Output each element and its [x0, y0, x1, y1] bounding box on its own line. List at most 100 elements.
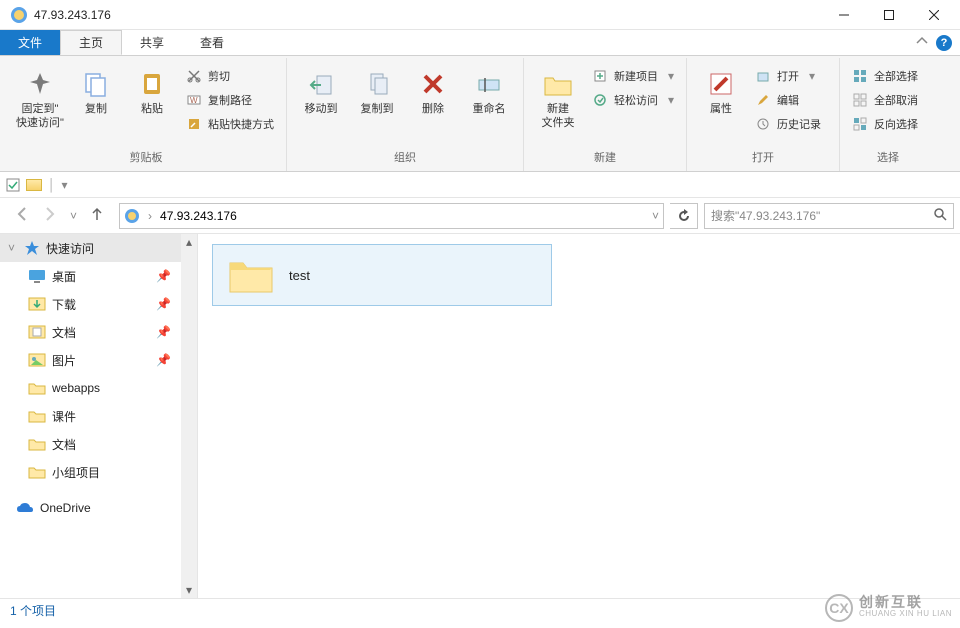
sidebar-onedrive[interactable]: OneDrive — [0, 494, 181, 522]
quick-access-bar: │ ▾ — [0, 172, 960, 198]
properties-button[interactable]: 属性 — [695, 64, 747, 120]
rename-button[interactable]: 重命名 — [463, 64, 515, 120]
invert-selection-button[interactable]: 反向选择 — [848, 114, 928, 134]
invert-icon — [852, 116, 868, 132]
svg-text:W: W — [190, 96, 198, 105]
rename-icon — [473, 68, 505, 100]
titlebar: 47.93.243.176 — [0, 0, 960, 30]
sidebar-item-pictures[interactable]: 图片 📌 — [0, 346, 181, 374]
open-button[interactable]: 打开 ▾ — [751, 66, 831, 86]
sidebar-item-documents-2[interactable]: 文档 — [0, 430, 181, 458]
properties-icon — [705, 68, 737, 100]
chevron-right-icon[interactable]: › — [146, 209, 154, 223]
forward-button[interactable] — [42, 206, 58, 225]
folder-icon — [28, 381, 46, 395]
tab-view[interactable]: 查看 — [182, 30, 242, 55]
clipboard-group-label: 剪贴板 — [130, 147, 163, 169]
folder-icon — [28, 409, 46, 423]
pin-icon: 📌 — [156, 353, 171, 367]
copy-to-icon — [361, 68, 393, 100]
search-placeholder: 搜索"47.93.243.176" — [711, 207, 933, 224]
new-item-icon — [592, 68, 608, 84]
easy-access-button[interactable]: 轻松访问 ▾ — [588, 90, 678, 110]
documents-icon — [28, 325, 46, 339]
breadcrumb[interactable]: 47.93.243.176 — [160, 209, 237, 223]
copy-icon — [80, 68, 112, 100]
tab-file[interactable]: 文件 — [0, 30, 60, 55]
watermark-logo-icon: CX — [825, 594, 853, 622]
delete-button[interactable]: 删除 — [407, 64, 459, 120]
app-icon — [10, 6, 28, 24]
collapse-ribbon-icon[interactable] — [916, 35, 928, 50]
new-folder-button[interactable]: 新建 文件夹 — [532, 64, 584, 134]
pin-icon: 📌 — [156, 269, 171, 283]
sidebar-item-group-project[interactable]: 小组项目 — [0, 458, 181, 486]
pictures-icon — [28, 353, 46, 367]
edit-icon — [755, 92, 771, 108]
up-button[interactable] — [89, 206, 105, 225]
back-button[interactable] — [14, 206, 30, 225]
content-pane[interactable]: test — [198, 234, 960, 598]
navigation-row: ˅ › 47.93.243.176 ˅ 搜索"47.93.243.176" — [0, 198, 960, 234]
new-item-button[interactable]: 新建项目 ▾ — [588, 66, 678, 86]
ribbon-group-new: 新建 文件夹 新建项目 ▾ 轻松访问 ▾ 新建 — [524, 58, 687, 171]
sidebar-item-desktop[interactable]: 桌面 📌 — [0, 262, 181, 290]
folder-icon — [28, 437, 46, 451]
recent-dropdown-icon[interactable]: ˅ — [70, 209, 77, 223]
downloads-icon — [28, 297, 46, 311]
select-none-button[interactable]: 全部取消 — [848, 90, 928, 110]
scroll-up-icon[interactable]: ▴ — [181, 234, 197, 250]
close-button[interactable] — [911, 1, 956, 29]
minimize-button[interactable] — [821, 1, 866, 29]
paste-icon — [136, 68, 168, 100]
chevron-down-icon: ▾ — [668, 69, 674, 83]
item-count: 1 个项目 — [10, 602, 56, 619]
chevron-down-icon: ▾ — [809, 69, 815, 83]
history-button[interactable]: 历史记录 — [751, 114, 831, 134]
move-to-button[interactable]: 移动到 — [295, 64, 347, 120]
scroll-down-icon[interactable]: ▾ — [181, 582, 197, 598]
list-item[interactable]: test — [212, 244, 552, 306]
tab-home[interactable]: 主页 — [60, 30, 122, 55]
sidebar-item-documents[interactable]: 文档 📌 — [0, 318, 181, 346]
search-icon[interactable] — [933, 207, 947, 224]
copy-path-button[interactable]: W 复制路径 — [182, 90, 278, 110]
sidebar-item-webapps[interactable]: webapps — [0, 374, 181, 402]
copy-path-icon: W — [186, 92, 202, 108]
maximize-button[interactable] — [866, 1, 911, 29]
qab-divider: │ — [48, 178, 56, 192]
pin-icon: 📌 — [156, 297, 171, 311]
sidebar-item-downloads[interactable]: 下载 📌 — [0, 290, 181, 318]
refresh-button[interactable] — [670, 203, 698, 229]
search-box[interactable]: 搜索"47.93.243.176" — [704, 203, 954, 229]
folder-tiny-icon[interactable] — [26, 179, 42, 191]
help-icon[interactable]: ? — [936, 35, 952, 51]
sidebar-quick-access[interactable]: ˅ 快速访问 — [0, 234, 181, 262]
qab-overflow-icon[interactable]: ▾ — [62, 178, 68, 192]
window-title: 47.93.243.176 — [34, 8, 111, 22]
copy-to-button[interactable]: 复制到 — [351, 64, 403, 120]
folder-icon — [227, 255, 275, 295]
cut-button[interactable]: 剪切 — [182, 66, 278, 86]
pin-icon: 📌 — [156, 325, 171, 339]
select-all-button[interactable]: 全部选择 — [848, 66, 928, 86]
copy-button[interactable]: 复制 — [70, 64, 122, 120]
edit-button[interactable]: 编辑 — [751, 90, 831, 110]
sidebar-item-courseware[interactable]: 课件 — [0, 402, 181, 430]
item-label: test — [289, 268, 310, 283]
tab-share[interactable]: 共享 — [122, 30, 182, 55]
onedrive-icon — [16, 501, 34, 515]
address-dropdown-icon[interactable]: ˅ — [652, 209, 659, 223]
paste-shortcut-button[interactable]: 粘贴快捷方式 — [182, 114, 278, 134]
pin-to-quick-access-button[interactable]: 固定到" 快速访问" — [14, 64, 66, 134]
star-icon — [24, 240, 40, 256]
ribbon-group-clipboard: 固定到" 快速访问" 复制 粘贴 剪切 W 复制路径 — [6, 58, 287, 171]
address-bar[interactable]: › 47.93.243.176 ˅ — [119, 203, 664, 229]
easy-access-icon — [592, 92, 608, 108]
delete-icon — [417, 68, 449, 100]
select-group-label: 选择 — [877, 147, 899, 169]
paste-button[interactable]: 粘贴 — [126, 64, 178, 120]
sidebar-scrollbar[interactable]: ▴ ▾ — [181, 234, 197, 598]
history-icon — [755, 116, 771, 132]
checkbox-icon[interactable] — [6, 178, 20, 192]
